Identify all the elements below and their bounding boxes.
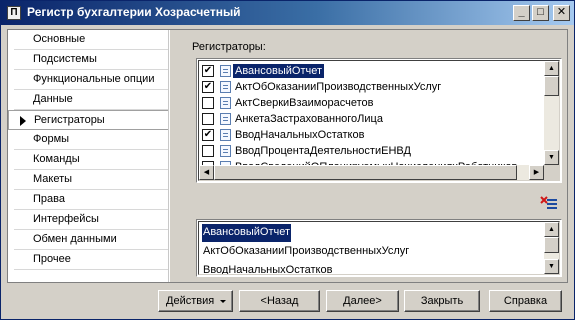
- selected-registrator-item[interactable]: ВводНачальныхОстатков: [202, 262, 333, 274]
- document-icon: [220, 145, 231, 157]
- scroll-thumb[interactable]: [544, 76, 559, 96]
- scroll-down-icon[interactable]: ▼: [544, 259, 559, 274]
- nav-item[interactable]: Формы: [14, 130, 168, 150]
- registrator-label: АктОбОказанииПроизводственныхУслуг: [235, 81, 442, 93]
- nav-item-label: Формы: [33, 133, 70, 145]
- nav-item-label: Функциональные опции: [33, 73, 155, 85]
- next-button[interactable]: Далее>: [326, 290, 399, 312]
- nav-item[interactable]: Данные: [14, 90, 168, 110]
- nav-item[interactable]: Прочее: [14, 250, 168, 270]
- window-title: Регистр бухгалтерии Хозрасчетный: [27, 5, 241, 19]
- selected-registrator-item[interactable]: АвансовыйОтчет: [202, 224, 292, 242]
- registrator-checkbox[interactable]: [202, 113, 214, 125]
- register-window: П Регистр бухгалтерии Хозрасчетный _ □ ✕…: [0, 0, 575, 320]
- nav-item[interactable]: Права: [14, 190, 168, 210]
- scroll-corner: [544, 165, 559, 180]
- registrator-label: ВводПроцентаДеятельностиЕНВД: [235, 145, 411, 157]
- registrator-label: АнкетаЗастрахованногоЛица: [235, 113, 383, 125]
- scroll-up-icon[interactable]: ▲: [544, 222, 559, 237]
- registrator-checkbox[interactable]: [202, 97, 214, 109]
- nav-item[interactable]: Подсистемы: [14, 50, 168, 70]
- help-button[interactable]: Справка: [489, 290, 562, 312]
- document-icon: [220, 65, 231, 77]
- nav-item[interactable]: Макеты: [14, 170, 168, 190]
- registrator-row[interactable]: ✔ ВводНачальныхОстатков: [199, 127, 544, 143]
- scroll-right-icon[interactable]: ▶: [529, 165, 544, 180]
- registrator-label: АктСверкиВзаиморасчетов: [235, 97, 374, 109]
- minimize-button[interactable]: _: [513, 5, 530, 21]
- scroll-up-icon[interactable]: ▲: [544, 61, 559, 76]
- nav-item-label: Данные: [33, 93, 73, 105]
- document-icon: [220, 97, 231, 109]
- document-icon: [220, 129, 231, 141]
- registrator-checkbox[interactable]: ✔: [202, 65, 214, 77]
- app-icon: П: [7, 6, 21, 20]
- nav-item[interactable]: Интерфейсы: [14, 210, 168, 230]
- registrator-row[interactable]: ✔ АктОбОказанииПроизводственныхУслуг: [199, 79, 544, 95]
- nav-item-label: Интерфейсы: [33, 213, 99, 225]
- document-icon: [220, 113, 231, 125]
- document-icon: [220, 81, 231, 93]
- registrator-row[interactable]: АктСверкиВзаиморасчетов: [199, 95, 544, 111]
- clear-list-icon[interactable]: [540, 195, 558, 213]
- nav-item-label: Макеты: [33, 173, 73, 185]
- nav-item[interactable]: Основные: [14, 30, 168, 50]
- scroll-down-icon[interactable]: ▼: [544, 150, 559, 165]
- registrator-checkbox[interactable]: [202, 145, 214, 157]
- scroll-thumb[interactable]: [544, 237, 559, 253]
- selected-vscroll[interactable]: ▲ ▼: [544, 222, 559, 274]
- nav-item[interactable]: Функциональные опции: [14, 70, 168, 90]
- registrators-hscroll[interactable]: ◀ ▶: [199, 165, 544, 180]
- close-button[interactable]: Закрыть: [404, 290, 480, 312]
- registrator-label: АвансовыйОтчет: [231, 63, 326, 79]
- registrators-vscroll[interactable]: ▲ ▼: [544, 61, 559, 180]
- close-window-button[interactable]: ✕: [553, 5, 570, 21]
- registrators-panel: Регистраторы: ✔ АвансовыйОтчет ✔ АктОбОказа…: [170, 30, 567, 282]
- nav-item[interactable]: Регистраторы: [8, 110, 168, 130]
- actions-label: Действия: [166, 295, 215, 307]
- scroll-left-icon[interactable]: ◀: [199, 165, 214, 180]
- dropdown-arrow-icon: [220, 300, 226, 303]
- current-section-arrow-icon: [20, 116, 26, 126]
- sections-nav: Основные Подсистемы Функциональные опции Да…: [8, 30, 169, 282]
- back-button[interactable]: <Назад: [239, 290, 320, 312]
- registrator-checkbox[interactable]: ✔: [202, 129, 214, 141]
- maximize-button[interactable]: □: [532, 5, 549, 21]
- title-bar[interactable]: П Регистр бухгалтерии Хозрасчетный _ □ ✕: [1, 1, 574, 25]
- nav-item-label: Команды: [33, 153, 80, 165]
- selected-registrator-item[interactable]: АктОбОказанииПроизводственныхУслуг: [202, 243, 410, 261]
- selected-registrators-list[interactable]: АвансовыйОтчет АктОбОказанииПроизводствен…: [196, 219, 562, 277]
- registrators-list[interactable]: ✔ АвансовыйОтчет ✔ АктОбОказанииПроизводств…: [196, 58, 562, 183]
- registrator-label: ВводНачальныхОстатков: [235, 129, 365, 141]
- content-area: Основные Подсистемы Функциональные опции Да…: [7, 29, 568, 283]
- hscroll-thumb[interactable]: [214, 165, 517, 180]
- nav-item[interactable]: Обмен данными: [14, 230, 168, 250]
- nav-item-label: Прочее: [33, 253, 71, 265]
- nav-item-label: Основные: [33, 33, 86, 45]
- registrators-label: Регистраторы:: [192, 41, 266, 53]
- nav-item-label: Регистраторы: [34, 114, 105, 126]
- nav-item-label: Подсистемы: [33, 53, 97, 65]
- nav-item-label: Права: [33, 193, 65, 205]
- registrator-checkbox[interactable]: ✔: [202, 81, 214, 93]
- nav-item-label: Обмен данными: [33, 233, 117, 245]
- nav-item[interactable]: Команды: [14, 150, 168, 170]
- registrator-row[interactable]: ✔ АвансовыйОтчет: [199, 63, 544, 79]
- actions-button[interactable]: Действия: [158, 290, 233, 312]
- registrator-row[interactable]: АнкетаЗастрахованногоЛица: [199, 111, 544, 127]
- registrator-row[interactable]: ВводПроцентаДеятельностиЕНВД: [199, 143, 544, 159]
